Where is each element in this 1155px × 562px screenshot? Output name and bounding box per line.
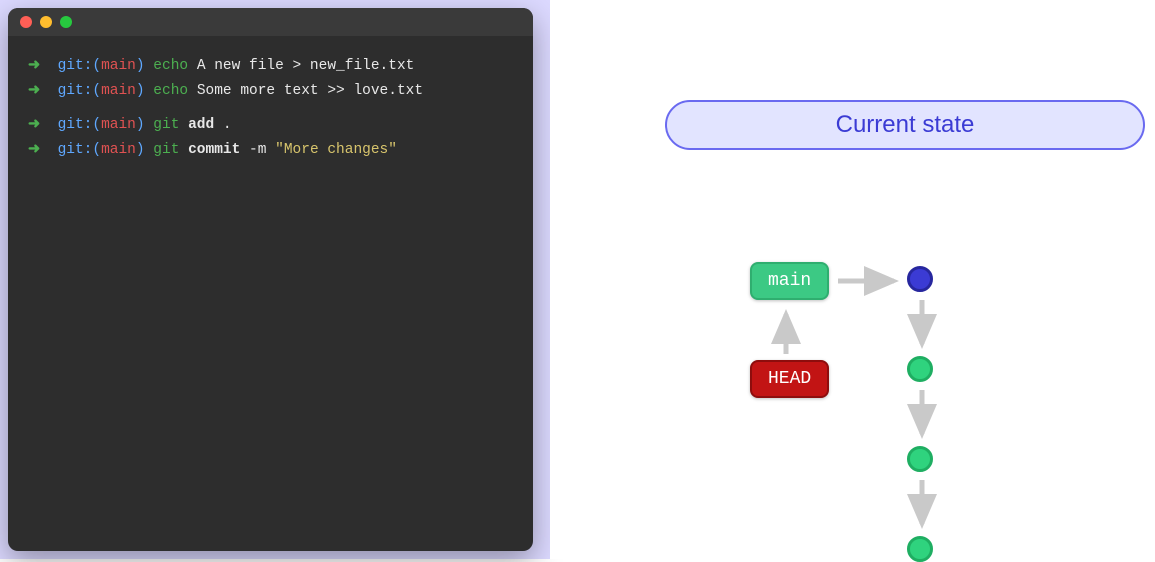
terminal-body[interactable]: ➜ git:(main) echo A new file > new_file.… (8, 36, 533, 181)
terminal-line: ➜ git:(main) echo A new file > new_file.… (28, 54, 513, 79)
minimize-icon[interactable] (40, 16, 52, 28)
branch-tag-main: main (750, 262, 829, 300)
close-icon[interactable] (20, 16, 32, 28)
left-pane: ➜ git:(main) echo A new file > new_file.… (0, 0, 550, 559)
titlebar (8, 8, 533, 36)
diagram-arrows (550, 0, 1155, 559)
commit-node-1 (907, 266, 933, 292)
commit-node-3 (907, 446, 933, 472)
terminal-line: ➜ git:(main) git commit -m "More changes… (28, 138, 513, 163)
terminal-line: ➜ git:(main) git add . (28, 113, 513, 138)
commit-node-2 (907, 356, 933, 382)
terminal-window: ➜ git:(main) echo A new file > new_file.… (8, 8, 533, 551)
terminal-line: ➜ git:(main) echo Some more text >> love… (28, 79, 513, 104)
head-tag: HEAD (750, 360, 829, 398)
maximize-icon[interactable] (60, 16, 72, 28)
commit-node-4 (907, 536, 933, 562)
right-pane: Current state main HEAD (550, 0, 1155, 559)
git-diagram: main HEAD (550, 0, 1155, 559)
